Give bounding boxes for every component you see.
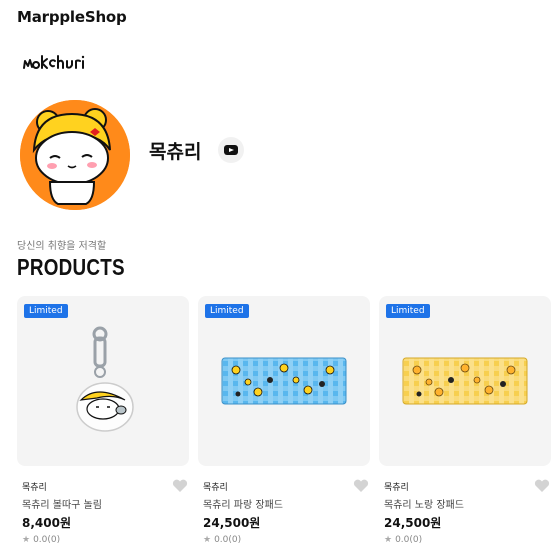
creator-name: 목츄리 [149,141,202,163]
product-image[interactable]: Limited [17,296,189,466]
limited-badge: Limited [24,304,68,318]
product-card-1[interactable]: Limited 목츄리 목츄리 볼따구 놀림 8,400원 ★ 0.0(0) [17,296,189,556]
product-price: 24,500원 [384,516,442,530]
product-rating: ★ 0.0(0) [203,535,241,545]
heart-icon[interactable] [172,479,188,493]
limited-badge: Limited [386,304,430,318]
youtube-link-button[interactable] [218,137,244,163]
product-price: 24,500원 [203,516,261,530]
creator-avatar[interactable] [20,100,130,210]
product-price: 8,400원 [22,516,71,530]
product-title[interactable]: 목츄리 볼따구 놀림 [22,496,102,511]
product-brand: 목츄리 [203,483,228,493]
heart-icon[interactable] [353,479,369,493]
product-brand: 목츄리 [384,483,409,493]
youtube-icon [224,145,238,155]
product-card-2[interactable]: Limited 목츄리 목츄리 파랑 장패드 24,500원 ★ 0.0(0) [198,296,370,556]
star-icon: ★ [203,535,212,545]
heart-icon[interactable] [534,479,550,493]
product-image[interactable]: Limited [198,296,370,466]
product-title[interactable]: 목츄리 노랑 장패드 [384,496,464,511]
product-rating: ★ 0.0(0) [22,535,60,545]
rating-value: 0.0(0) [214,535,242,545]
product-title[interactable]: 목츄리 파랑 장패드 [203,496,283,511]
product-rating: ★ 0.0(0) [384,535,422,545]
star-icon: ★ [384,535,393,545]
section-tagline: 당신의 취향을 저격할 [17,241,107,252]
rating-value: 0.0(0) [395,535,423,545]
limited-badge: Limited [205,304,249,318]
site-logo[interactable]: MarppleShop [17,8,127,26]
rating-value: 0.0(0) [33,535,61,545]
product-card-3[interactable]: Limited 목츄리 목츄리 노랑 장패드 24,500원 ★ 0.0(0) [379,296,551,556]
product-image[interactable]: Limited [379,296,551,466]
product-brand: 목츄리 [22,483,47,493]
star-icon: ★ [22,535,31,545]
creator-brand-logo [20,50,120,74]
section-title: PRODUCTS [17,254,125,280]
